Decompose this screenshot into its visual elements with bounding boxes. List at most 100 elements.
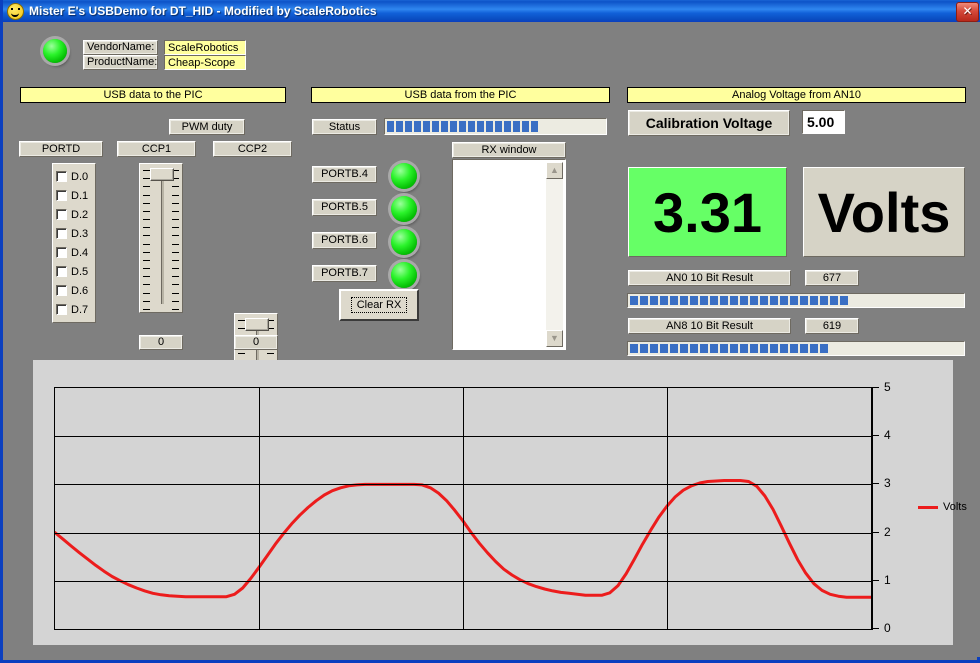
ccp1-ticks-right [172,170,179,310]
progress-block [710,344,718,353]
an8-result-value: 619 [805,318,859,334]
progress-block [405,121,412,132]
chart-legend: Volts [918,501,967,513]
portb-led-0 [391,163,417,189]
ccp1-thumb[interactable] [150,168,174,181]
progress-block [468,121,475,132]
progress-block [820,344,828,353]
status-label: Status [312,119,377,135]
voltage-chart: 012345 Volts [33,360,953,645]
portd-checkbox-D-1[interactable] [56,190,67,201]
portd-bit-row-2: D.2 [56,205,95,224]
progress-block [840,296,848,305]
portd-checkbox-D-3[interactable] [56,228,67,239]
ccp1-value: 0 [139,335,183,350]
application-window: Mister E's USBDemo for DT_HID - Modified… [0,0,980,663]
portd-checkbox-label: D.1 [71,190,88,202]
chart-y-tick [872,580,879,581]
portb-label-1: PORTB.5 [312,199,377,216]
rx-scrollbar[interactable]: ▲ ▼ [546,162,563,347]
portd-checkbox-D-2[interactable] [56,209,67,220]
calibration-voltage-label: Calibration Voltage [628,110,790,136]
progress-block [630,344,638,353]
chart-gridline-v [463,388,464,629]
connection-led [43,39,67,63]
portb-led-2 [391,229,417,255]
ccp2-thumb[interactable] [245,318,269,331]
progress-block [690,344,698,353]
progress-block [700,344,708,353]
progress-block [730,344,738,353]
vendor-name-label: VendorName: [83,40,158,55]
portd-checkbox-label: D.2 [71,209,88,221]
portd-bit-row-0: D.0 [56,167,95,186]
chart-y-tick [872,532,879,533]
progress-block [760,344,768,353]
progress-block [690,296,698,305]
progress-block [660,296,668,305]
progress-block [800,296,808,305]
progress-block [660,344,668,353]
progress-block [790,344,798,353]
portd-checkbox-D-4[interactable] [56,247,67,258]
portd-checkbox-D-6[interactable] [56,285,67,296]
progress-block [720,296,728,305]
progress-block [700,296,708,305]
chart-y-axis [872,387,873,630]
ccp1-track [161,174,164,304]
chart-y-tick-label: 5 [884,380,891,394]
progress-block [680,344,688,353]
clear-rx-button[interactable]: Clear RX [339,289,419,321]
chart-y-tick [872,387,879,388]
portd-bit-row-3: D.3 [56,224,95,243]
ccp1-label: CCP1 [117,141,196,157]
scroll-up-icon[interactable]: ▲ [546,162,563,179]
scroll-down-icon[interactable]: ▼ [546,330,563,347]
progress-block [423,121,430,132]
progress-block [830,296,838,305]
titlebar: Mister E's USBDemo for DT_HID - Modified… [3,0,980,22]
portd-checkbox-D-0[interactable] [56,171,67,182]
progress-block [640,344,648,353]
analog-voltage-header: Analog Voltage from AN10 [627,87,966,103]
progress-block [486,121,493,132]
an8-result-label: AN8 10 Bit Result [628,318,791,334]
portb-led-1 [391,196,417,222]
progress-block [432,121,439,132]
progress-block [740,296,748,305]
usb-data-from-pic-header: USB data from the PIC [311,87,610,103]
portd-checkbox-D-5[interactable] [56,266,67,277]
pwm-duty-label: PWM duty [169,119,245,135]
progress-block [730,296,738,305]
progress-block [710,296,718,305]
portd-checkbox-label: D.7 [71,304,88,316]
progress-block [450,121,457,132]
rx-window-label: RX window [452,142,566,158]
chart-gridline-v [259,388,260,629]
chart-gridline-v [667,388,668,629]
usb-data-to-pic-header: USB data to the PIC [20,87,286,103]
progress-block [640,296,648,305]
portb-label-3: PORTB.7 [312,265,377,282]
chart-y-tick-label: 4 [884,428,891,442]
progress-block [800,344,808,353]
portd-checkbox-D-7[interactable] [56,304,67,315]
smiley-face-icon [7,3,24,20]
chart-y-tick-label: 2 [884,525,891,539]
portd-bit-row-7: D.7 [56,300,95,319]
portd-bit-row-5: D.5 [56,262,95,281]
progress-block [750,296,758,305]
progress-block [513,121,520,132]
rx-window-textarea[interactable]: ▲ ▼ [452,159,566,350]
progress-block [522,121,529,132]
portd-checkbox-label: D.3 [71,228,88,240]
product-name-value: Cheap-Scope [164,55,246,70]
clear-rx-label: Clear RX [351,297,408,313]
voltage-unit-label: Volts [803,167,965,257]
ccp1-slider[interactable] [139,163,183,313]
close-button[interactable]: ✕ [956,2,979,22]
calibration-voltage-input[interactable]: 5.00 [802,110,845,134]
portd-checkbox-group: D.0D.1D.2D.3D.4D.5D.6D.7 [52,163,96,323]
progress-block [780,344,788,353]
chart-y-tick-label: 3 [884,476,891,490]
